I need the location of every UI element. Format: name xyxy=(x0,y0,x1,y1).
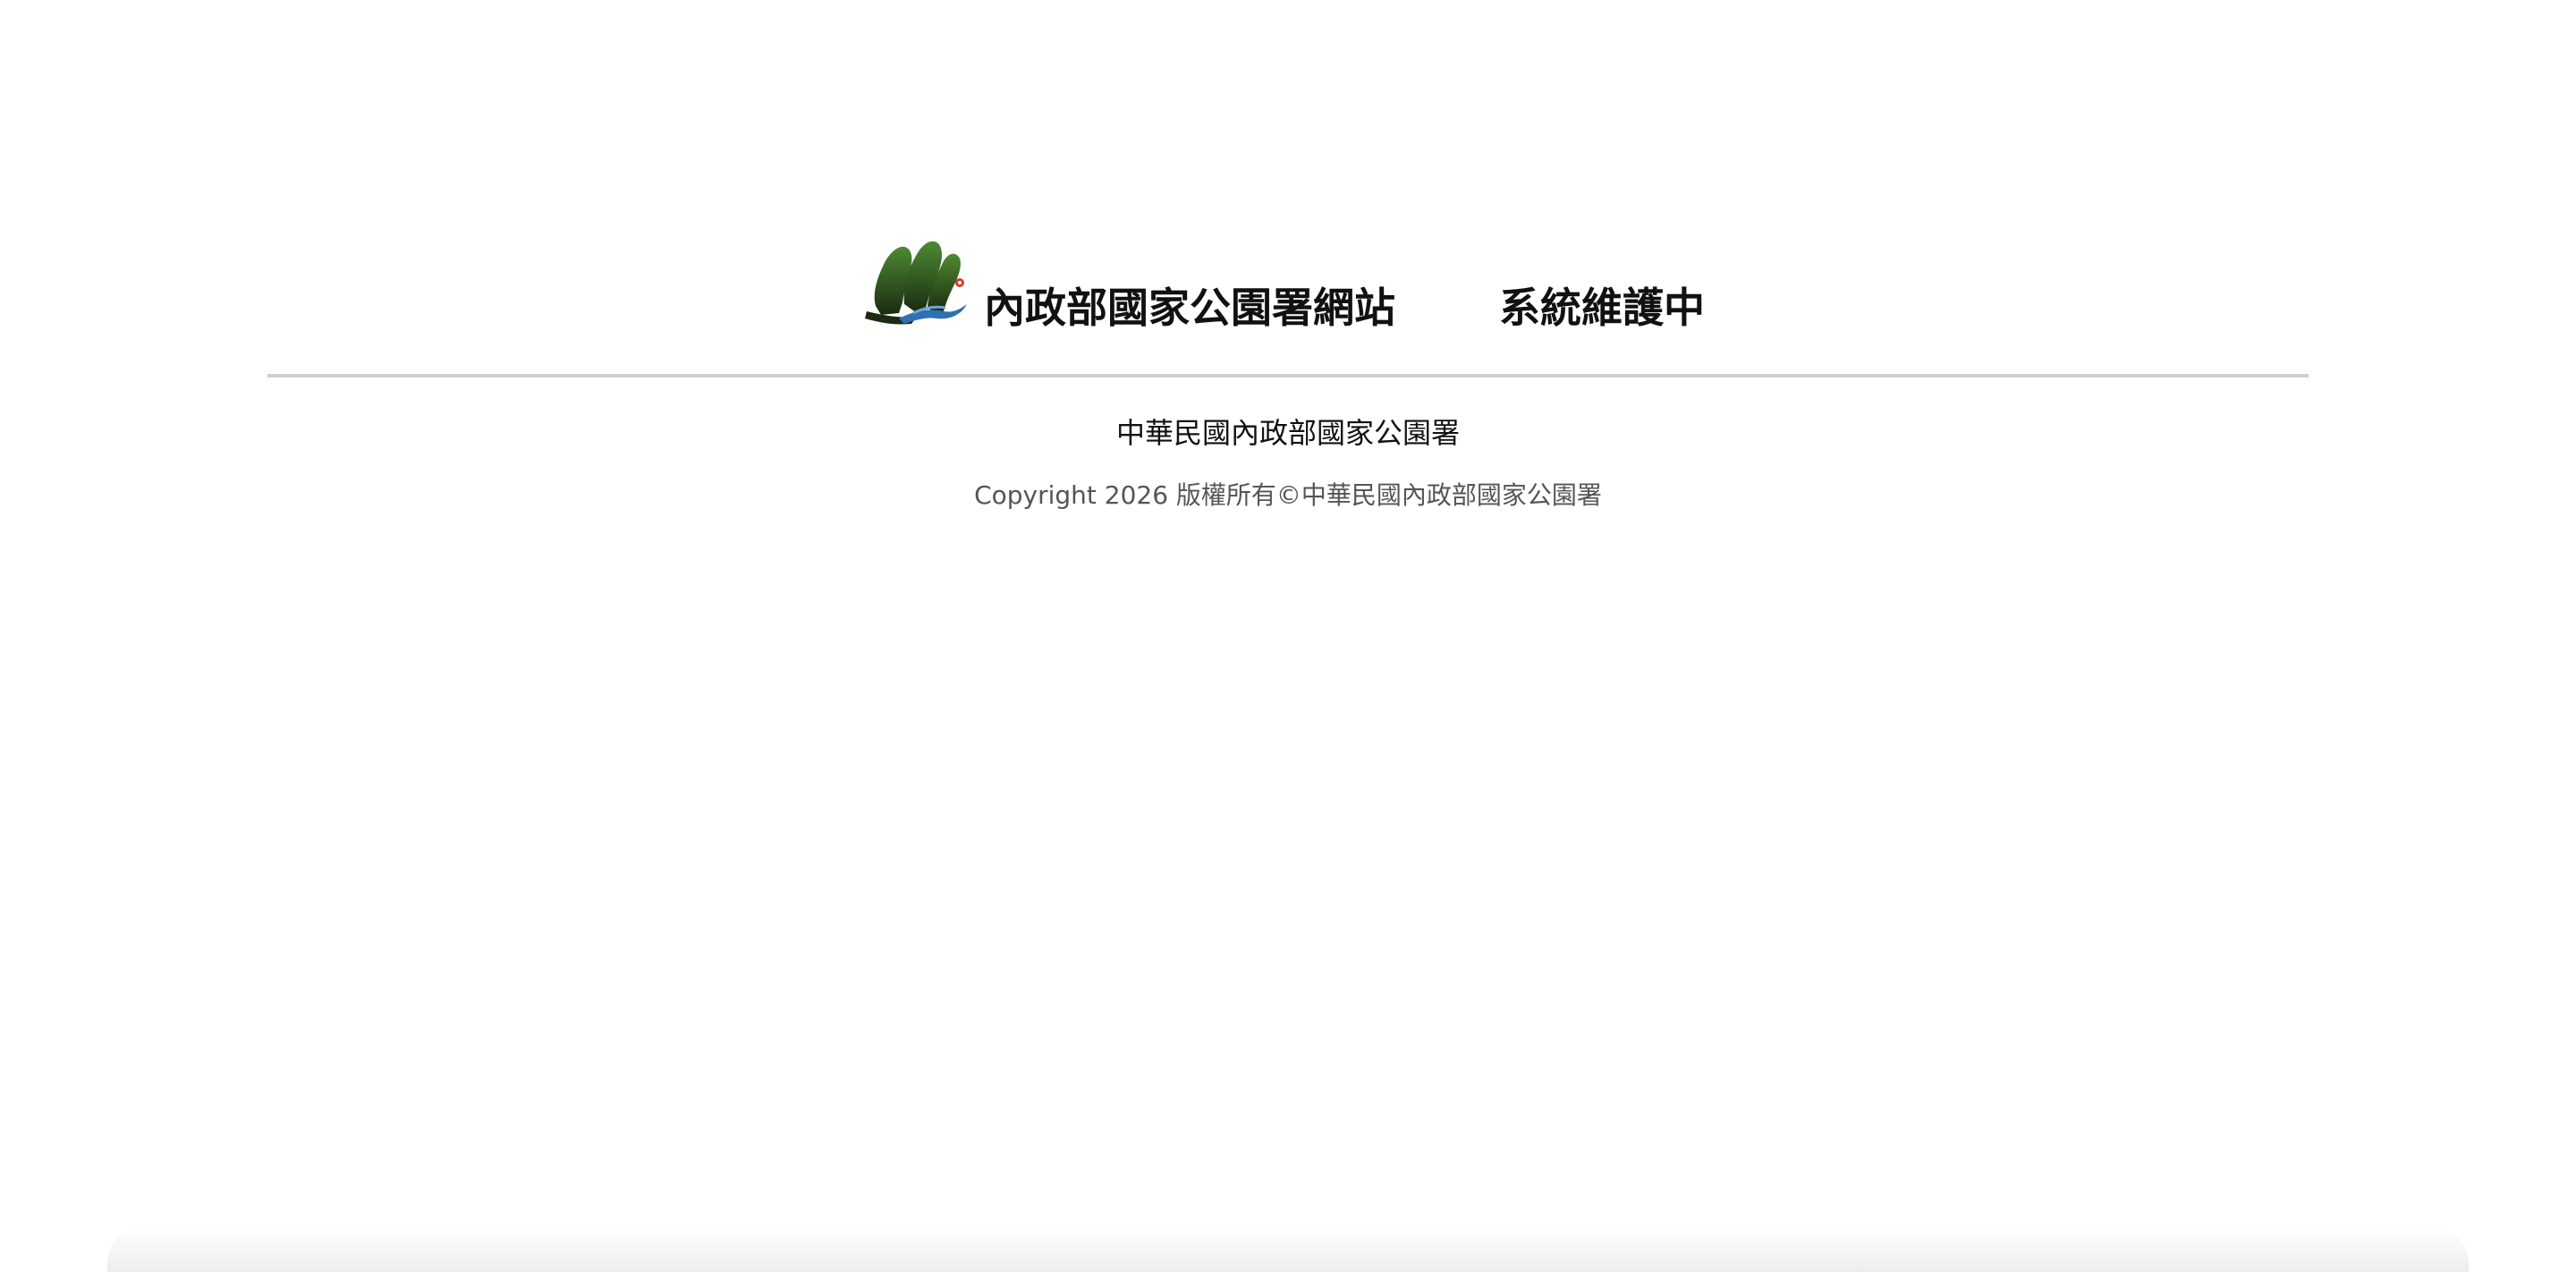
copyright-text: Copyright 2026 版權所有©中華民國內政部國家公園署 xyxy=(974,480,1602,510)
divider xyxy=(267,374,2309,377)
site-title: 內政部國家公園署網站 xyxy=(984,284,1395,332)
maintenance-page: 內政部國家公園署網站 系統維護中 中華民國內政部國家公園署 Copyright … xyxy=(0,0,2576,1272)
window-bottom-shadow xyxy=(107,1227,2469,1272)
header: 內政部國家公園署網站 系統維護中 xyxy=(0,231,2576,338)
organization-name: 中華民國內政部國家公園署 xyxy=(1115,416,1460,450)
maintenance-status: 系統維護中 xyxy=(1499,284,1705,332)
national-park-logo-icon xyxy=(865,241,967,325)
